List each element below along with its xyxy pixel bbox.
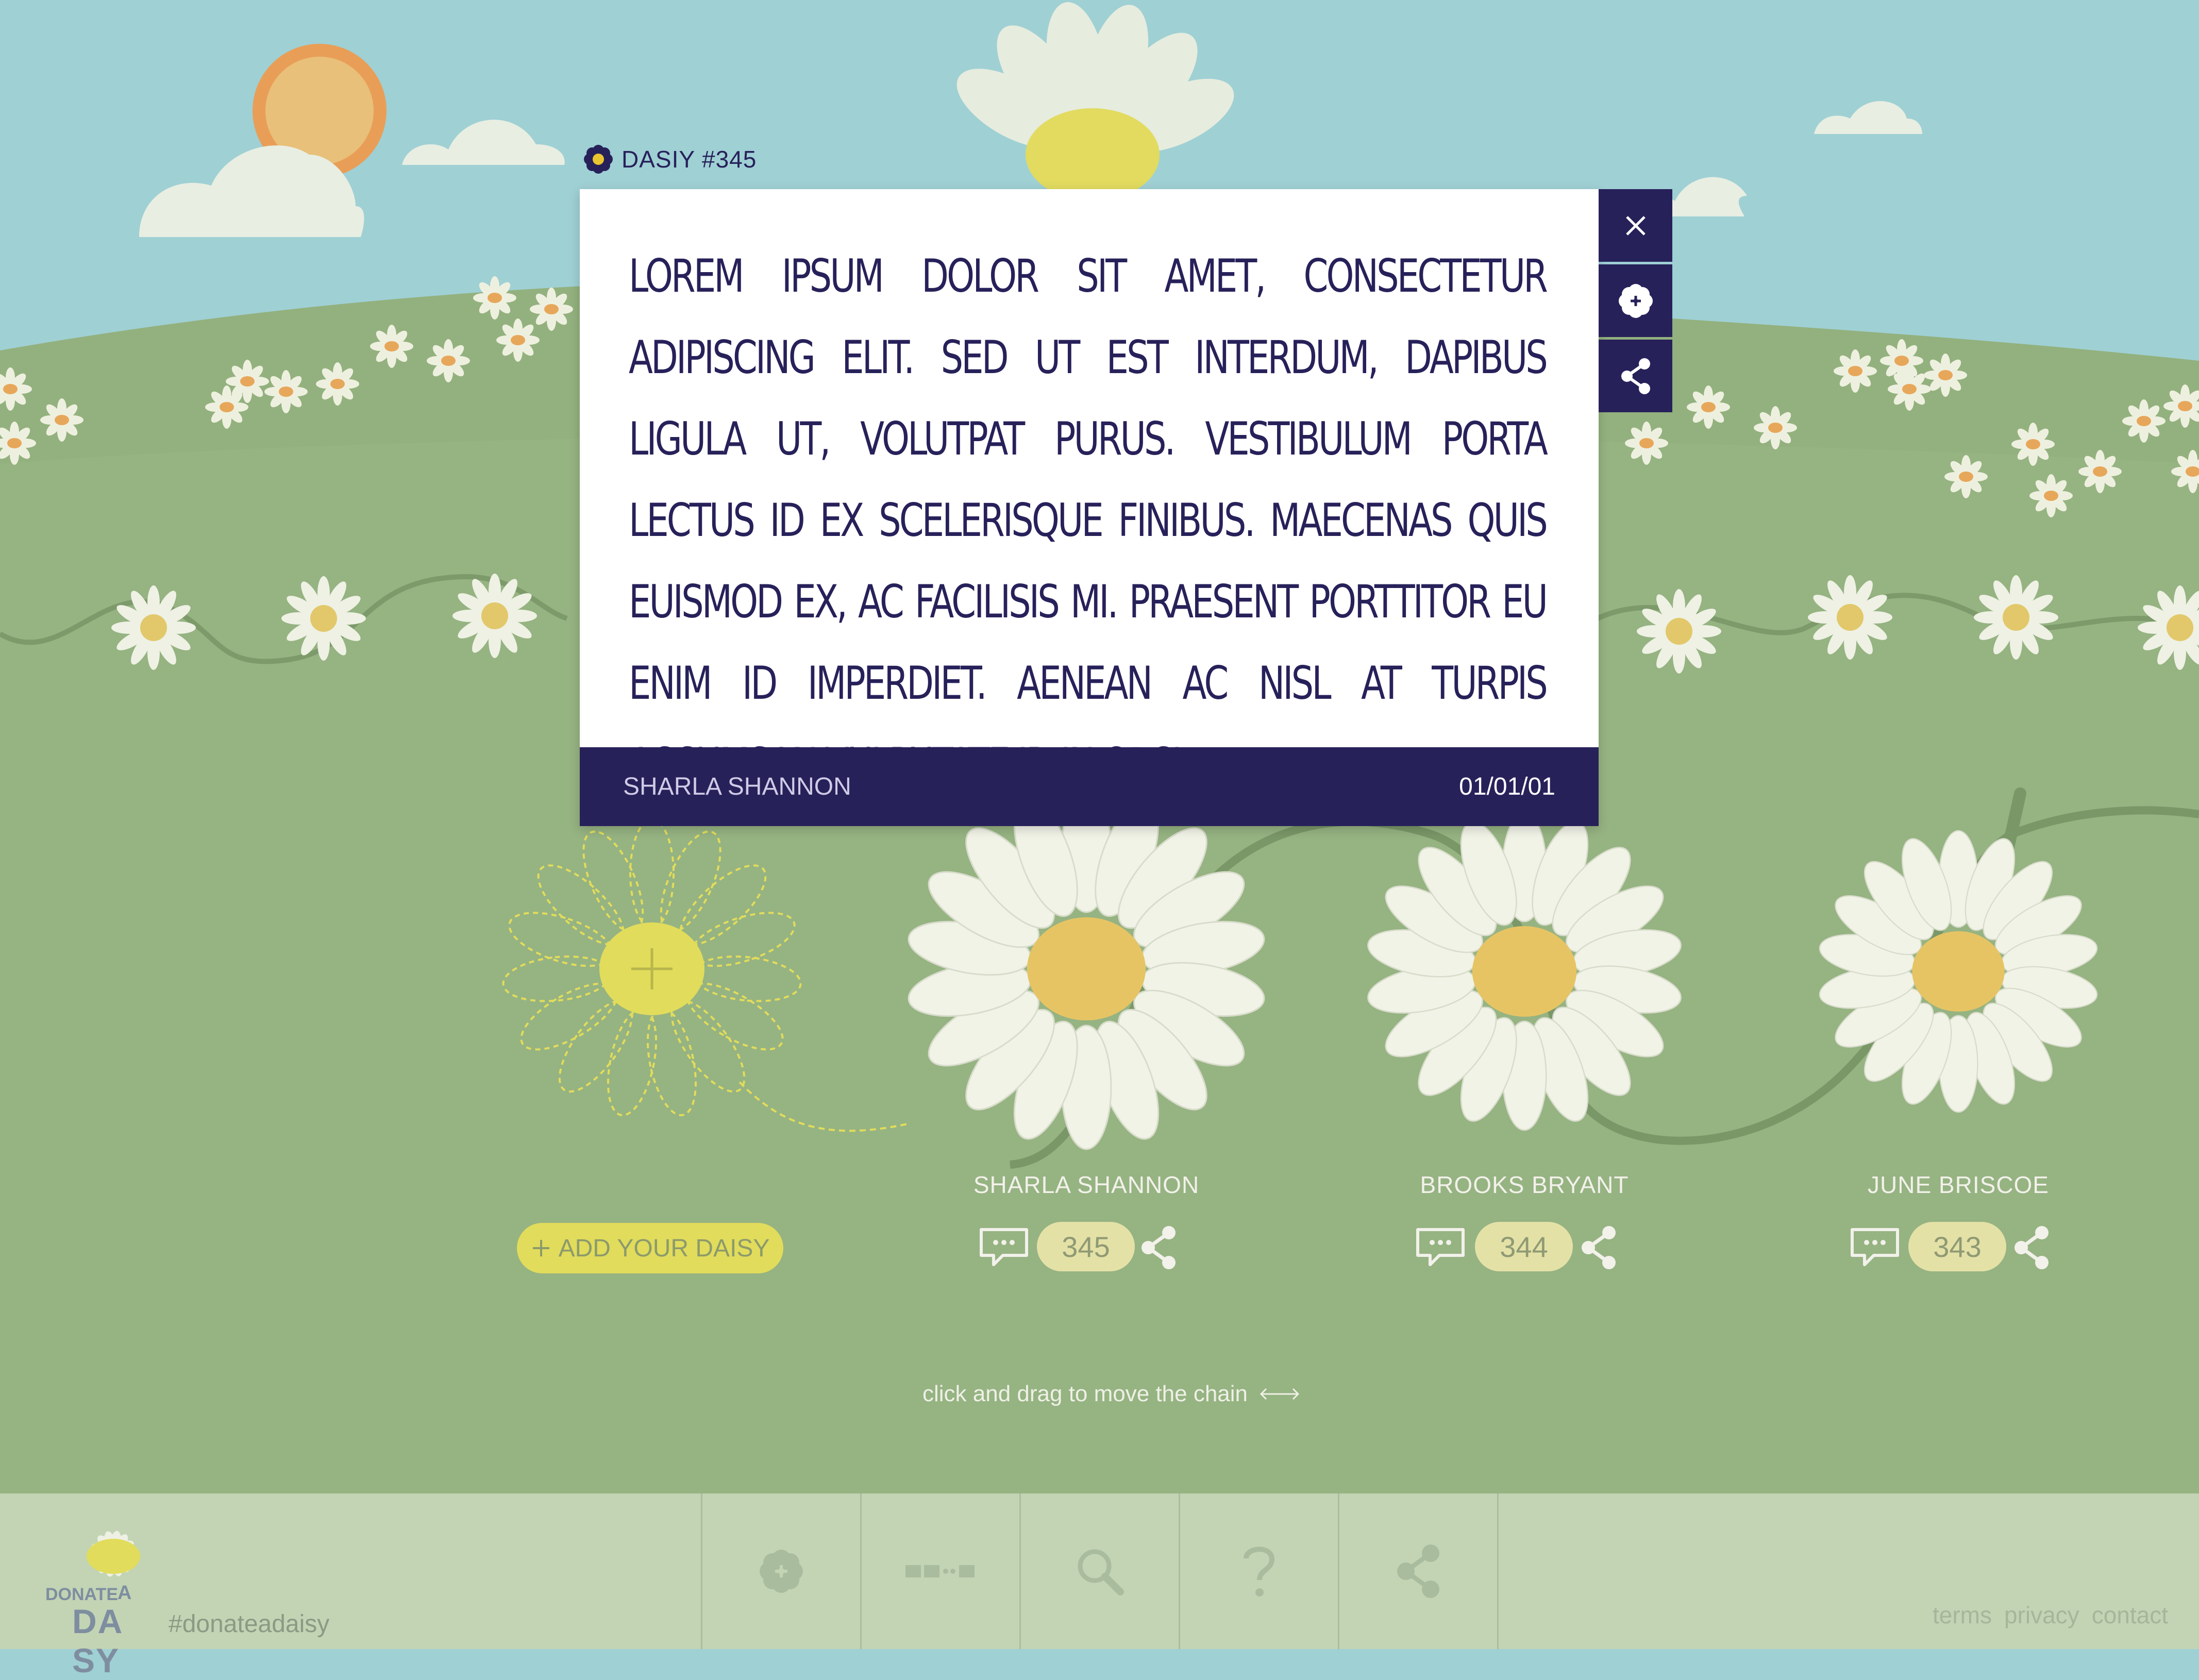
contact-link[interactable]: contact	[2092, 1601, 2168, 1629]
share-icon[interactable]	[1578, 1224, 1619, 1271]
privacy-link[interactable]: privacy	[2004, 1601, 2079, 1629]
terms-link[interactable]: terms	[1933, 1601, 1992, 1629]
flower-icon	[760, 1550, 803, 1593]
modal-author: SHARLA SHANNON	[623, 773, 851, 800]
drag-hint: click and drag to move the chain	[922, 1381, 1300, 1407]
add-daisy-label: ADD YOUR DAISY	[558, 1234, 770, 1262]
plus-icon	[532, 1240, 549, 1256]
add-daisy-button[interactable]: ADD YOUR DAISY	[517, 1223, 783, 1273]
chain-icon	[905, 1565, 975, 1577]
modal-footer: SHARLA SHANNON 01/01/01	[580, 747, 1599, 826]
share-icon	[1397, 1544, 1439, 1598]
daisy-message-modal: Lorem ipsum dolor sit amet, consectetur …	[580, 189, 1599, 826]
daisy-author-name: SHARLA SHANNON	[973, 1171, 1200, 1198]
share-icon[interactable]	[1138, 1224, 1179, 1271]
logo[interactable]: DONATE A DA SY	[41, 1505, 165, 1679]
modal-close-button[interactable]	[1599, 189, 1672, 262]
flower-icon	[1618, 283, 1653, 318]
daisy-count-badge: 344	[1475, 1222, 1573, 1271]
modal-daisy-tag: DASIY #345	[582, 143, 757, 175]
drag-hint-text: click and drag to move the chain	[922, 1381, 1248, 1406]
comment-icon[interactable]	[978, 1227, 1030, 1268]
flower-icon	[584, 145, 613, 174]
modal-share-button[interactable]	[1599, 340, 1672, 412]
daisy-author-name: BROOKS BRYANT	[1420, 1171, 1629, 1198]
search-icon	[1078, 1549, 1124, 1595]
footer-chain-button[interactable]	[860, 1493, 1019, 1649]
help-icon	[1244, 1547, 1275, 1597]
daisy-author-name: JUNE BRISCOE	[1868, 1171, 2049, 1198]
hashtag-text: #donateadaisy	[169, 1610, 330, 1638]
daisy-count-badge: 345	[1037, 1222, 1135, 1271]
horizontal-arrows-icon	[1260, 1388, 1300, 1400]
close-icon	[1625, 215, 1646, 236]
footer-links: terms privacy contact	[1933, 1601, 2168, 1629]
footer-help-button[interactable]	[1179, 1493, 1338, 1649]
logo-text-a: A	[117, 1582, 132, 1604]
modal-daisy-number: DASIY #345	[622, 146, 757, 173]
footer-add-daisy-button[interactable]	[701, 1493, 860, 1649]
daisy-logo-icon	[87, 1531, 140, 1577]
logo-text-daisy: DA SY	[72, 1602, 122, 1679]
modal-daisy-button[interactable]	[1599, 264, 1672, 337]
modal-date: 01/01/01	[1459, 773, 1555, 800]
share-icon[interactable]	[2011, 1224, 2052, 1271]
modal-message-text: Lorem ipsum dolor sit amet, consectetur …	[629, 249, 1548, 791]
share-icon	[1621, 358, 1650, 394]
footer-search-button[interactable]	[1019, 1493, 1179, 1649]
daisy-count-badge: 343	[1908, 1222, 2006, 1271]
comment-icon[interactable]	[1849, 1227, 1901, 1268]
comment-icon[interactable]	[1415, 1227, 1466, 1268]
footer-share-button[interactable]	[1338, 1493, 1499, 1649]
